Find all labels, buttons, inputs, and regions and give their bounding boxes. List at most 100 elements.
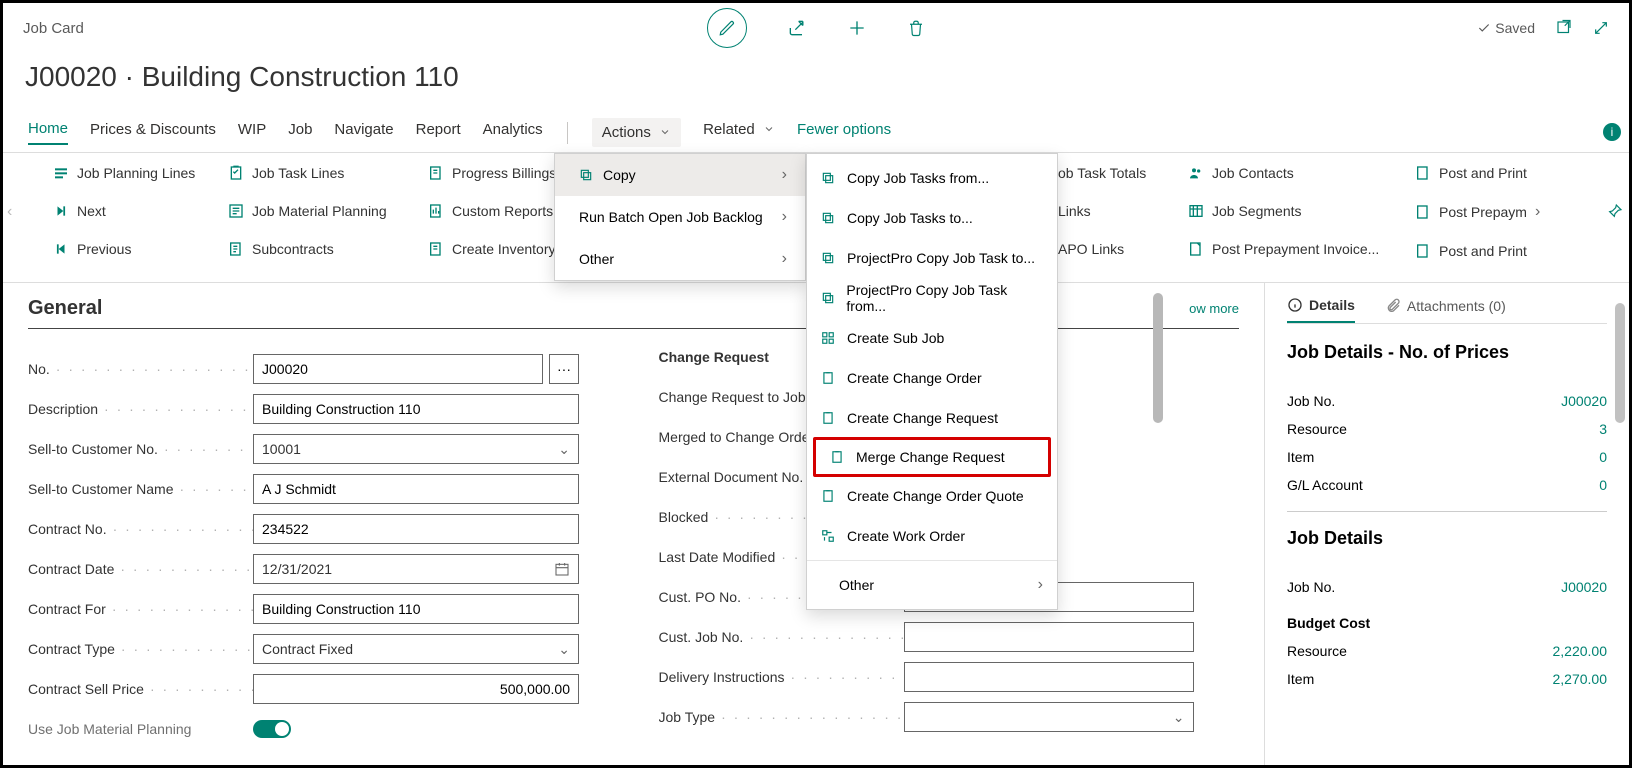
gl-value[interactable]: 0 [1599, 477, 1607, 493]
contractdate-value: 12/31/2021 [262, 561, 332, 577]
menu-other[interactable]: Other › [555, 238, 805, 280]
ribbon-previous[interactable]: Previous [53, 241, 195, 257]
jobno2-value[interactable]: J00020 [1561, 579, 1607, 595]
bres-value[interactable]: 2,220.00 [1553, 643, 1608, 659]
delete-icon[interactable] [907, 18, 925, 38]
tab-navigate[interactable]: Navigate [334, 121, 393, 144]
sell-to-customer-name-input[interactable] [253, 474, 579, 504]
share-icon[interactable] [787, 18, 807, 38]
info-icon[interactable]: i [1603, 123, 1621, 141]
ribbon-progress-billings[interactable]: Progress Billings [428, 165, 556, 181]
label: Create Work Order [847, 528, 965, 544]
edit-icon[interactable] [707, 8, 747, 48]
cust-job-no-input[interactable] [904, 622, 1194, 652]
sellname-label: Sell-to Customer Name [28, 481, 174, 497]
page-name: Job Card [23, 20, 84, 37]
tab-report[interactable]: Report [416, 121, 461, 144]
label: Post and Print [1439, 243, 1527, 259]
tab-actions[interactable]: Actions [592, 118, 681, 147]
menu-run-batch-label: Run Batch Open Job Backlog [579, 209, 763, 225]
description-input[interactable] [253, 394, 579, 424]
popout-icon[interactable] [1555, 19, 1573, 37]
sellno-label: Sell-to Customer No. [28, 441, 158, 457]
ribbon-job-contacts[interactable]: Job Contacts [1188, 165, 1379, 181]
label: Previous [77, 241, 131, 257]
lastmod-label: Last Date Modified [659, 549, 776, 565]
calendar-icon[interactable] [554, 561, 570, 577]
tab-wip[interactable]: WIP [238, 121, 266, 144]
use-job-material-planning-toggle[interactable] [253, 720, 291, 738]
attachments-tab[interactable]: Attachments (0) [1385, 297, 1506, 323]
expand-icon[interactable] [1593, 20, 1609, 36]
label: Job Segments [1212, 203, 1302, 219]
main-scrollbar[interactable] [1153, 293, 1163, 423]
submenu-pp-copy-job-task-from[interactable]: ProjectPro Copy Job Task from... [807, 278, 1057, 318]
sellno-value: 10001 [262, 441, 301, 457]
menu-run-batch[interactable]: Run Batch Open Job Backlog › [555, 196, 805, 238]
ribbon-post-prepayment-invoice[interactable]: Post Prepayment Invoice... [1188, 241, 1379, 257]
submenu-copy-job-tasks-to[interactable]: Copy Job Tasks to... [807, 198, 1057, 238]
tab-analytics[interactable]: Analytics [483, 121, 543, 144]
ribbon-post-and-print-2[interactable]: Post and Print [1415, 243, 1540, 259]
no-more-button[interactable]: ··· [549, 354, 579, 384]
sell-to-customer-no-select[interactable]: 10001⌄ [253, 434, 579, 464]
contract-for-input[interactable] [253, 594, 579, 624]
contract-sell-price-input[interactable] [253, 674, 579, 704]
resource-value[interactable]: 3 [1599, 421, 1607, 437]
submenu-merge-change-request[interactable]: Merge Change Request [813, 437, 1051, 477]
title-right: Saved [1477, 19, 1609, 37]
bitem-value[interactable]: 2,270.00 [1553, 671, 1608, 687]
tab-related[interactable]: Related [703, 121, 775, 144]
no-input[interactable] [253, 354, 543, 384]
item-value[interactable]: 0 [1599, 449, 1607, 465]
submenu-create-change-request[interactable]: Create Change Request [807, 398, 1057, 438]
ribbon-post-and-print-1[interactable]: Post and Print [1415, 165, 1540, 181]
tab-home[interactable]: Home [28, 120, 68, 145]
details-tab-label: Details [1309, 297, 1355, 313]
custpo-label: Cust. PO No. [659, 589, 741, 605]
ribbon-post-prepaym[interactable]: Post Prepaym› [1415, 203, 1540, 221]
ribbon-subcontracts[interactable]: Subcontracts [228, 241, 387, 257]
submenu-create-work-order[interactable]: Create Work Order [807, 516, 1057, 556]
contracttype-label: Contract Type [28, 641, 115, 657]
jobno-value[interactable]: J00020 [1561, 393, 1607, 409]
show-more-link[interactable]: ow more [1189, 301, 1239, 316]
ribbon-job-task-lines[interactable]: Job Task Lines [228, 165, 387, 181]
submenu-copy-job-tasks-from[interactable]: Copy Job Tasks from... [807, 158, 1057, 198]
ribbon-create-inventory[interactable]: Create Inventory [428, 241, 556, 257]
ribbon-custom-reports[interactable]: Custom Reports [428, 203, 556, 219]
label: Create Change Order [847, 370, 982, 386]
ribbon-apo-links[interactable]: APO Links [1058, 241, 1146, 257]
ribbon-job-planning-lines[interactable]: Job Planning Lines [53, 165, 195, 181]
new-icon[interactable] [847, 18, 867, 38]
tab-fewer-options[interactable]: Fewer options [797, 121, 891, 144]
submenu-other[interactable]: Other› [807, 565, 1057, 605]
ribbon-job-material-planning[interactable]: Job Material Planning [228, 203, 387, 219]
label: ProjectPro Copy Job Task from... [846, 282, 1043, 314]
pin-icon[interactable] [1607, 203, 1623, 219]
submenu-create-change-order-quote[interactable]: Create Change Order Quote [807, 476, 1057, 516]
contract-date-input[interactable]: 12/31/2021 [253, 554, 579, 584]
menu-copy[interactable]: Copy › [555, 154, 805, 196]
ribbon-next[interactable]: Next [53, 203, 195, 219]
contractno-label: Contract No. [28, 521, 107, 537]
main-area: General ow more No.· · · · · · · · · · ·… [3, 283, 1264, 765]
tab-job[interactable]: Job [288, 121, 312, 144]
submenu-pp-copy-job-task-to[interactable]: ProjectPro Copy Job Task to... [807, 238, 1057, 278]
contract-type-select[interactable]: Contract Fixed⌄ [253, 634, 579, 664]
submenu-create-change-order[interactable]: Create Change Order [807, 358, 1057, 398]
delivery-instructions-input[interactable] [904, 662, 1194, 692]
ribbon-job-segments[interactable]: Job Segments [1188, 203, 1379, 219]
side-scrollbar[interactable] [1615, 303, 1625, 423]
ribbon-job-task-totals[interactable]: ob Task Totals [1058, 165, 1146, 181]
menu-copy-label: Copy [603, 167, 636, 183]
job-type-select[interactable]: ⌄ [904, 702, 1194, 732]
tab-actions-label: Actions [602, 124, 651, 141]
contract-no-input[interactable] [253, 514, 579, 544]
tab-prices[interactable]: Prices & Discounts [90, 121, 216, 144]
nav-prev-arrow[interactable]: ‹ [7, 203, 12, 221]
label: Copy Job Tasks from... [847, 170, 989, 186]
submenu-create-sub-job[interactable]: Create Sub Job [807, 318, 1057, 358]
ribbon-links[interactable]: Links [1058, 203, 1146, 219]
details-tab[interactable]: Details [1287, 297, 1355, 323]
